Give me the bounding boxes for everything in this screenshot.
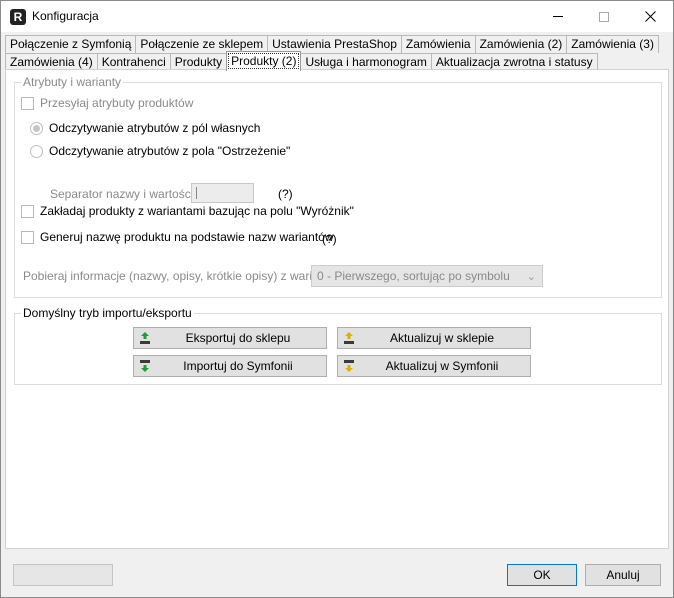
- attributes-legend: Atrybuty i warianty: [21, 75, 124, 89]
- export-arrow-up-icon: [140, 332, 150, 344]
- close-icon: [644, 11, 656, 22]
- radio-warning-field-label: Odczytywanie atrybutów z pola "Ostrzeżen…: [49, 144, 291, 158]
- update-symfonia-label: Aktualizuj w Symfonii: [385, 359, 499, 373]
- maximize-button[interactable]: [581, 1, 627, 32]
- chevron-down-icon: ⌄: [526, 271, 536, 283]
- radio-warning-field[interactable]: Odczytywanie atrybutów z pola "Ostrzeżen…: [30, 144, 290, 158]
- radio-circle: [30, 144, 43, 158]
- generate-name-label: Generuj nazwę produktu na podstawie nazw…: [40, 230, 334, 244]
- import-arrow-down-icon: [140, 360, 150, 372]
- tab-produkty-2[interactable]: Produkty (2): [226, 51, 302, 71]
- app-logo-icon: R: [10, 9, 26, 25]
- text-caret: [196, 187, 197, 199]
- update-arrow-up-icon: [344, 332, 354, 344]
- attributes-group: Atrybuty i warianty Przesyłaj atrybuty p…: [14, 75, 662, 298]
- export-to-shop-button[interactable]: Eksportuj do sklepu: [133, 327, 327, 349]
- update-in-shop-button[interactable]: Aktualizuj w sklepie: [337, 327, 531, 349]
- info-variant-label: Pobieraj informacje (nazwy, opisy, krótk…: [23, 269, 339, 283]
- import-export-legend: Domyślny tryb importu/eksportu: [21, 306, 194, 320]
- checkbox-box: [21, 204, 34, 218]
- separator-label: Separator nazwy i wartości:: [50, 187, 197, 201]
- tab-polaczenie-symfonia[interactable]: Połączenie z Symfonią: [5, 35, 137, 53]
- update-shop-label: Aktualizuj w sklepie: [389, 331, 495, 345]
- cancel-button[interactable]: Anuluj: [585, 564, 661, 586]
- tab-zamowienia-3[interactable]: Zamówienia (3): [566, 35, 659, 53]
- import-export-group: Domyślny tryb importu/eksportu Eksportuj…: [14, 306, 662, 385]
- minimize-button[interactable]: [535, 1, 581, 32]
- export-label: Eksportuj do sklepu: [185, 331, 291, 345]
- import-to-symfonia-button[interactable]: Importuj do Symfonii: [133, 355, 327, 377]
- minimize-icon: [553, 16, 563, 17]
- close-button[interactable]: [627, 1, 673, 32]
- create-variants-label: Zakładaj produkty z wariantami bazując n…: [40, 204, 354, 218]
- create-variants-checkbox[interactable]: Zakładaj produkty z wariantami bazując n…: [21, 204, 354, 218]
- title-bar: R Konfiguracja: [1, 1, 673, 32]
- tab-row-1: Połączenie z Symfonią Połączenie ze skle…: [5, 35, 659, 53]
- update-arrow-down-icon: [344, 360, 354, 372]
- update-in-symfonia-button[interactable]: Aktualizuj w Symfonii: [337, 355, 531, 377]
- checkbox-box: [21, 230, 34, 244]
- generate-name-checkbox[interactable]: Generuj nazwę produktu na podstawie nazw…: [21, 230, 334, 244]
- info-variant-select[interactable]: 0 - Pierwszego, sortując po symbolu ⌄: [311, 265, 543, 287]
- blank-footer-button[interactable]: [13, 564, 113, 586]
- ok-button[interactable]: OK: [507, 564, 577, 586]
- info-variant-value: 0 - Pierwszego, sortując po symbolu: [317, 269, 510, 283]
- maximize-icon: [599, 11, 609, 22]
- tab-zamowienia[interactable]: Zamówienia: [400, 35, 476, 53]
- generate-name-help[interactable]: (?): [322, 232, 337, 246]
- radio-own-fields-label: Odczytywanie atrybutów z pól własnych: [49, 121, 261, 135]
- import-label: Importuj do Symfonii: [183, 359, 293, 373]
- radio-own-fields[interactable]: Odczytywanie atrybutów z pól własnych: [30, 121, 260, 135]
- config-window: R Konfiguracja Połączenie z Symfonią Poł…: [0, 0, 674, 598]
- checkbox-box: [21, 96, 34, 110]
- separator-help[interactable]: (?): [278, 187, 293, 201]
- tab-zamowienia-2[interactable]: Zamówienia (2): [474, 35, 568, 53]
- radio-selected-dot: [33, 124, 40, 132]
- send-attributes-checkbox[interactable]: Przesyłaj atrybuty produktów: [21, 96, 193, 110]
- radio-circle: [30, 121, 43, 135]
- window-title: Konfiguracja: [32, 9, 99, 23]
- send-attributes-label: Przesyłaj atrybuty produktów: [40, 96, 194, 110]
- tab-panel-produkty-2: Atrybuty i warianty Przesyłaj atrybuty p…: [5, 69, 669, 549]
- separator-input[interactable]: [191, 183, 254, 203]
